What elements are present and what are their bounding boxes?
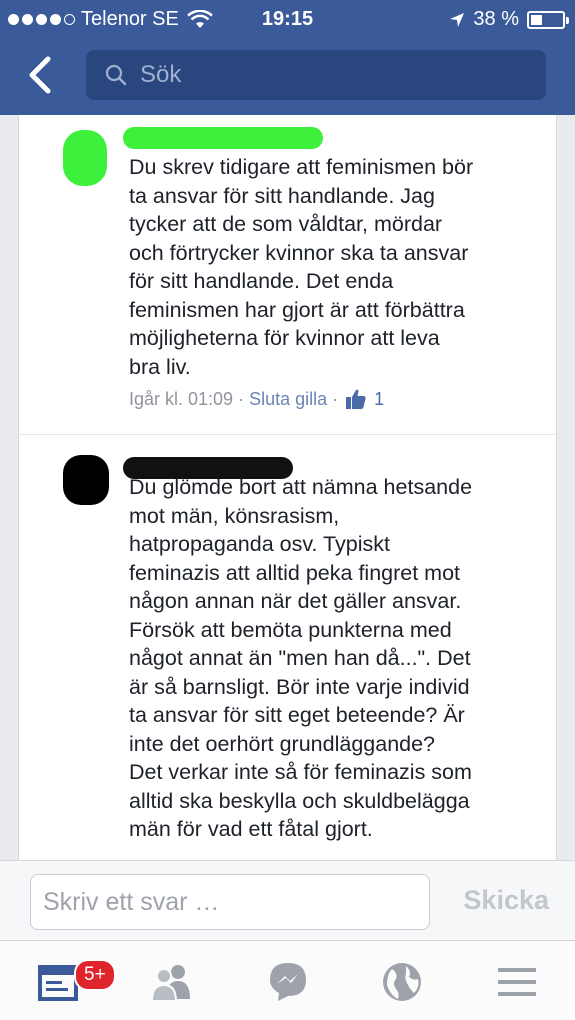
thumbs-up-icon[interactable] [344, 387, 368, 411]
reply-input[interactable] [30, 874, 430, 930]
back-button[interactable] [22, 55, 58, 95]
comment-thread: Du skrev tidigare att feminismen bör ta … [18, 115, 557, 860]
comment: Du skrev tidigare att feminismen bör ta … [19, 115, 556, 435]
comment-meta: Igår kl. 01:09 · Sluta gilla · 1 [129, 387, 538, 411]
avatar[interactable] [63, 455, 109, 505]
messenger-icon[interactable] [264, 959, 312, 1005]
comment-text: Du skrev tidigare att feminismen bör ta … [129, 155, 474, 379]
comment: Du glömde bort att nämna hetsande mot mä… [19, 435, 556, 844]
separator: · [332, 388, 339, 409]
status-bar: Telenor SE 19:15 38 % [0, 0, 575, 38]
separator: · [238, 388, 245, 409]
like-count: 1 [374, 388, 385, 409]
send-button[interactable]: Skicka [463, 885, 549, 916]
friends-icon[interactable] [148, 959, 196, 1005]
location-arrow-icon [450, 12, 465, 27]
header: Telenor SE 19:15 38 % [0, 0, 575, 115]
unlike-link[interactable]: Sluta gilla [249, 389, 327, 410]
search-icon [105, 64, 127, 86]
reply-bar: Skicka [0, 860, 575, 940]
status-right: 38 % [449, 8, 569, 31]
battery-percent: 38 % [473, 8, 519, 30]
comment-text: Du glömde bort att nämna hetsande mot mä… [129, 475, 473, 841]
nav-bar [0, 45, 575, 105]
commenter-name-redacted[interactable] [123, 127, 323, 149]
menu-icon[interactable] [494, 959, 542, 1005]
comment-timestamp: Igår kl. 01:09 [129, 388, 234, 409]
search-input[interactable] [140, 61, 500, 89]
globe-icon[interactable] [378, 959, 426, 1005]
search-bar[interactable] [86, 50, 546, 100]
commenter-name-redacted[interactable] [123, 457, 293, 479]
tab-bar: 5+ [0, 940, 575, 1020]
battery-level [531, 14, 543, 25]
notification-badge: 5+ [74, 959, 116, 991]
battery-icon [527, 10, 569, 29]
avatar[interactable] [63, 130, 107, 186]
